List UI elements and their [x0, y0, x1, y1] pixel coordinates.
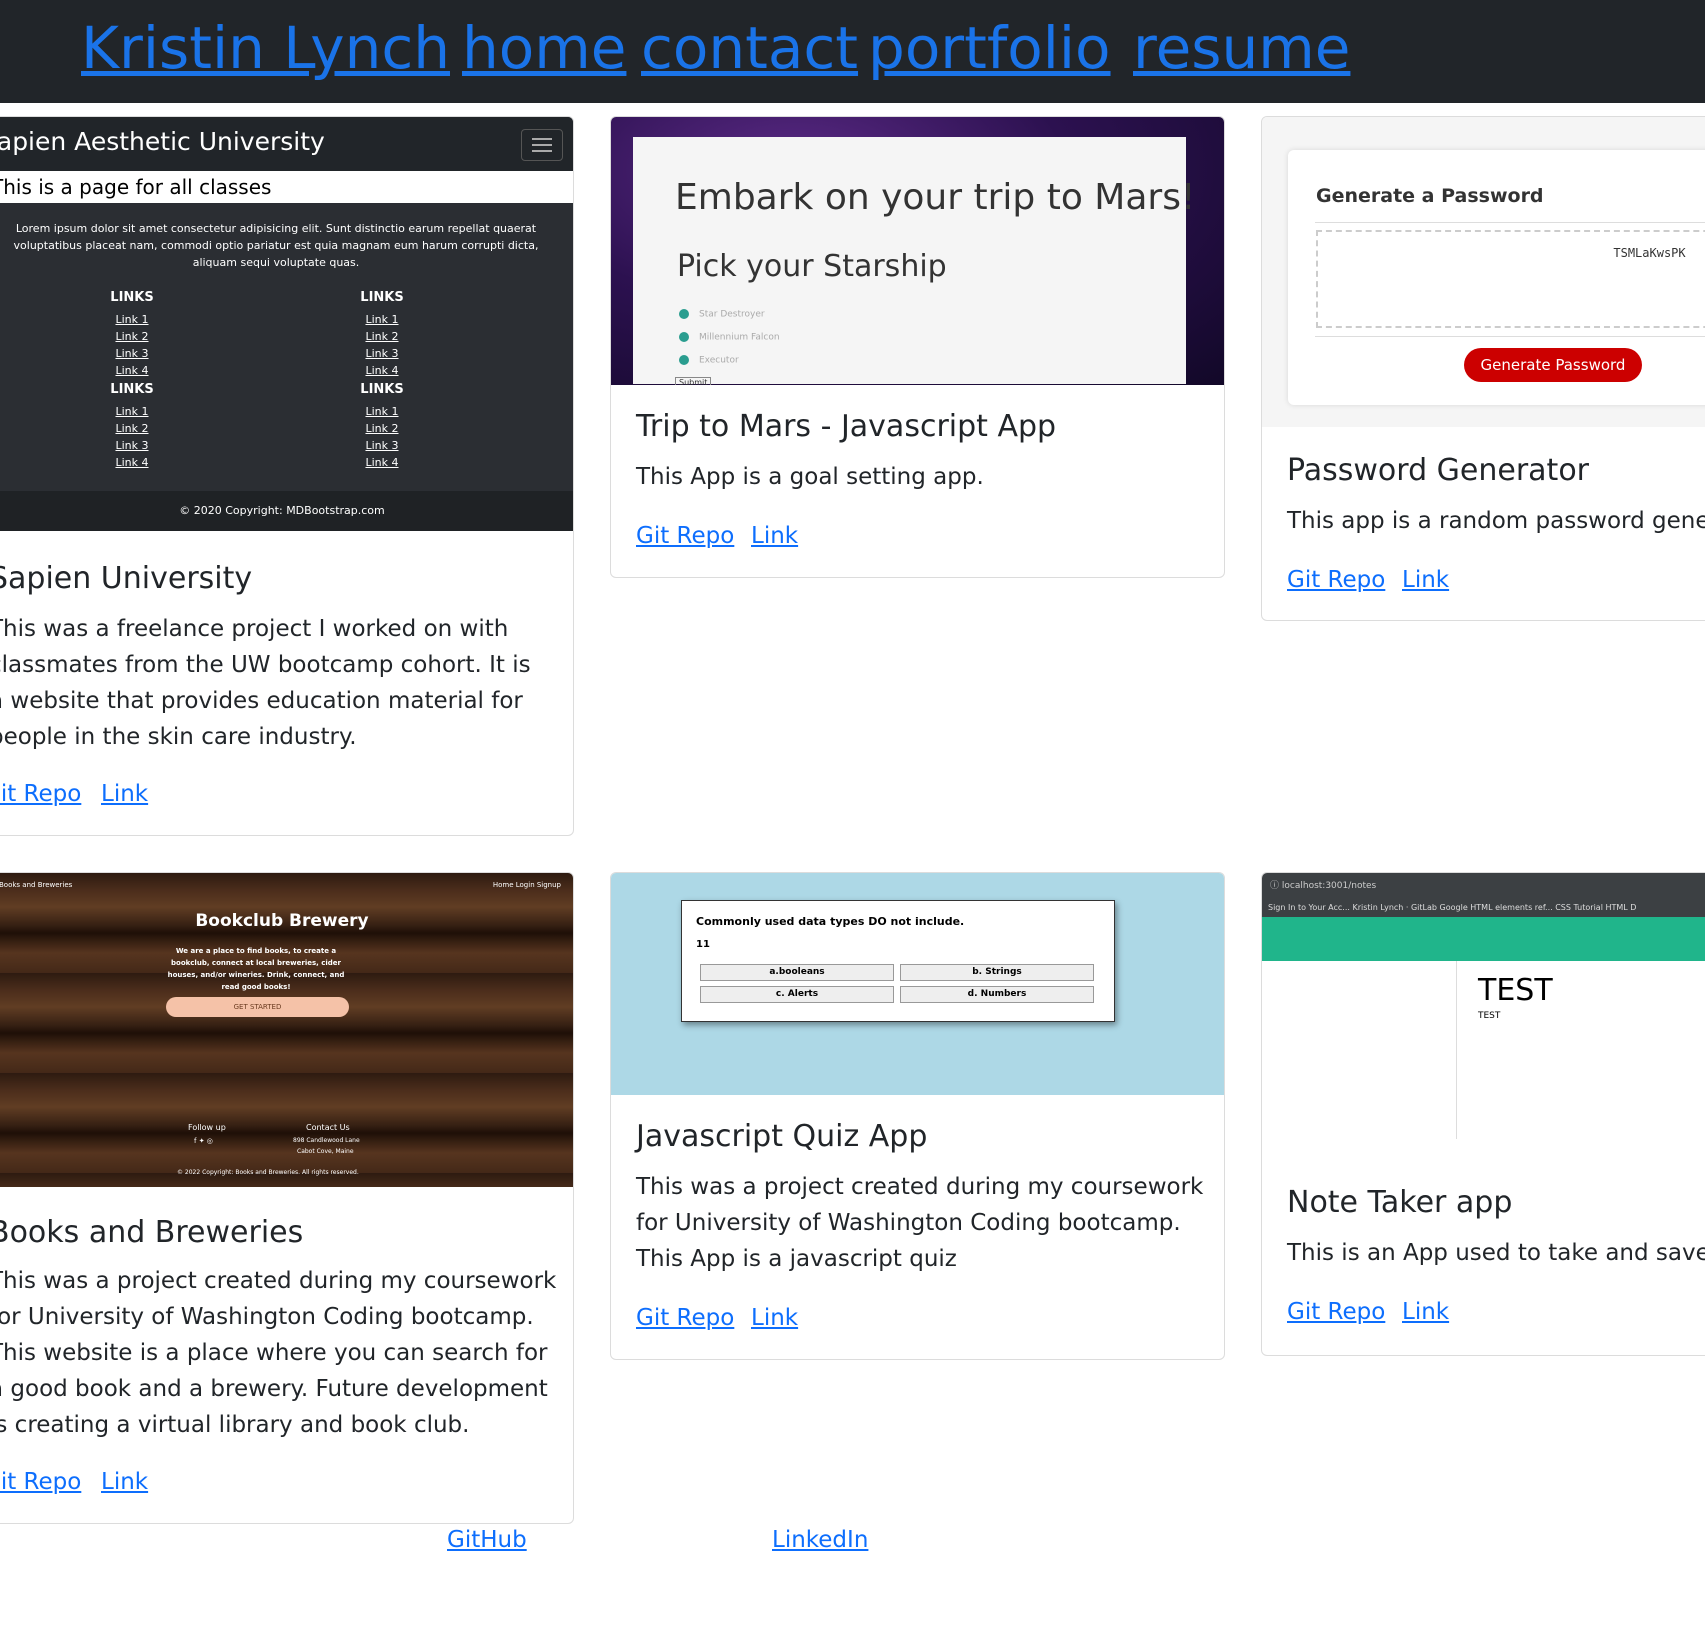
- screenshot-option: Star Destroyer: [679, 309, 765, 320]
- screenshot-title: Bookclub Brewery: [195, 911, 369, 931]
- screenshot-panel: Generate a Password TSMLaKwsPK Generate …: [1288, 150, 1705, 405]
- card-text: This app is a random password generator: [1287, 508, 1705, 534]
- git-repo-link[interactable]: Git Repo: [1287, 1299, 1385, 1325]
- screenshot-brand: Books and Breweries: [0, 881, 73, 889]
- card-title: Javascript Quiz App: [636, 1119, 928, 1154]
- project-screenshot: Generate a Password TSMLaKwsPK Generate …: [1262, 117, 1705, 427]
- card-title: Sapien University: [0, 561, 253, 596]
- card-text: This App is a goal setting app.: [636, 464, 984, 490]
- screenshot-subheading: Pick your Starship: [677, 249, 947, 284]
- screenshot-header: [1262, 917, 1705, 961]
- nav-brand-link[interactable]: Kristin Lynch: [81, 12, 450, 84]
- card-text: This is an App used to take and save not…: [1287, 1240, 1705, 1266]
- project-card-password: Generate a Password TSMLaKwsPK Generate …: [1261, 116, 1705, 621]
- git-repo-link[interactable]: Git Repo: [636, 1305, 734, 1331]
- screenshot-note-title: TEST: [1478, 973, 1553, 1008]
- screenshot-links-column: LINKS Link 1 Link 2 Link 3 Link 4: [360, 382, 404, 469]
- card-text: This was a project created during my cou…: [636, 1174, 1204, 1272]
- project-link[interactable]: Link: [1402, 567, 1449, 593]
- screenshot-note-text: TEST: [1478, 1011, 1501, 1021]
- project-card-mars: Embark on your trip to Mars! Pick your S…: [610, 116, 1225, 578]
- screenshot-description: We are a place to find books, to create …: [167, 947, 345, 991]
- card-title: Note Taker app: [1287, 1185, 1513, 1220]
- screenshot-password-box: TSMLaKwsPK: [1316, 230, 1705, 328]
- project-card-note: ⓘ localhost:3001/notes Sign In to Your A…: [1261, 872, 1705, 1356]
- hamburger-icon: [521, 129, 563, 161]
- screenshot-address: 898 Candlewood Lane: [293, 1137, 360, 1144]
- screenshot-answer: a.booleans: [700, 964, 894, 981]
- project-screenshot: Embark on your trip to Mars! Pick your S…: [611, 117, 1224, 385]
- screenshot-links-column: LINKS Link 1 Link 2 Link 3 Link 4: [360, 290, 404, 377]
- project-link[interactable]: Link: [101, 781, 148, 807]
- project-card-quiz: Commonly used data types DO not include.…: [610, 872, 1225, 1360]
- git-repo-link[interactable]: Git Repo: [636, 523, 734, 549]
- screenshot-address: Cabot Cove, Maine: [297, 1148, 354, 1155]
- screenshot-number: 11: [696, 939, 710, 950]
- screenshot-option: Executor: [679, 355, 739, 366]
- project-screenshot: Commonly used data types DO not include.…: [611, 873, 1224, 1095]
- navbar: Kristin Lynch home contact portfolio res…: [0, 0, 1705, 103]
- project-link[interactable]: Link: [101, 1469, 148, 1495]
- git-repo-link[interactable]: Git Repo: [1287, 567, 1385, 593]
- git-repo-link[interactable]: Git Repo: [0, 781, 81, 807]
- project-link[interactable]: Link: [1402, 1299, 1449, 1325]
- screenshot-lorem: Lorem ipsum dolor sit amet consectetur a…: [13, 222, 539, 269]
- project-screenshot: ⓘ localhost:3001/notes Sign In to Your A…: [1262, 873, 1705, 1163]
- screenshot-address-bar: ⓘ localhost:3001/notes: [1262, 873, 1705, 899]
- social-icons: f ✦ ◎: [194, 1137, 213, 1145]
- screenshot-links-column: LINKS Link 1 Link 2 Link 3 Link 4: [110, 382, 154, 469]
- screenshot-links-column: LINKS Link 1 Link 2 Link 3 Link 4: [110, 290, 154, 377]
- card-text: This was a freelance project I worked on…: [0, 616, 531, 750]
- screenshot-copyright: © 2022 Copyright: Books and Breweries. A…: [177, 1169, 359, 1176]
- screenshot-question: Commonly used data types DO not include.: [696, 915, 965, 928]
- footer-linkedin-link[interactable]: LinkedIn: [772, 1527, 868, 1553]
- screenshot-subtitle: This is a page for all classes: [0, 171, 573, 203]
- screenshot-navbar: Sapien Aesthetic University: [0, 117, 573, 171]
- card-title: Books and Breweries: [0, 1215, 304, 1250]
- screenshot-submit: Submit: [675, 377, 712, 385]
- screenshot-answer: b. Strings: [900, 964, 1094, 981]
- card-text: This was a project created during my cou…: [0, 1268, 557, 1438]
- screenshot-contact: Contact Us: [306, 1123, 350, 1132]
- screenshot-brand: Sapien Aesthetic University: [0, 127, 325, 156]
- screenshot-footer: © 2020 Copyright: MDBootstrap.com: [0, 491, 573, 531]
- info-icon: ⓘ: [1270, 881, 1280, 891]
- screenshot-password: TSMLaKwsPK: [1613, 246, 1686, 260]
- nav-link-portfolio[interactable]: portfolio: [868, 12, 1111, 84]
- nav-link-contact[interactable]: contact: [641, 12, 858, 84]
- project-card-books: Books and Breweries Home Login Signup Bo…: [0, 872, 574, 1524]
- nav-link-resume[interactable]: resume: [1133, 12, 1350, 84]
- screenshot-nav: Home Login Signup: [492, 881, 561, 889]
- git-repo-link[interactable]: Git Repo: [0, 1469, 81, 1495]
- screenshot-heading: Embark on your trip to Mars!: [675, 177, 1196, 218]
- screenshot-option: Millennium Falcon: [679, 332, 780, 343]
- card-title: Trip to Mars - Javascript App: [636, 409, 1057, 444]
- screenshot-follow: Follow up: [188, 1123, 226, 1132]
- screenshot-answer: c. Alerts: [700, 986, 894, 1003]
- screenshot-answer: d. Numbers: [900, 986, 1094, 1003]
- footer-github-link[interactable]: GitHub: [447, 1527, 527, 1553]
- project-screenshot: Books and Breweries Home Login Signup Bo…: [0, 873, 573, 1187]
- screenshot-get-started-button: GET STARTED: [166, 997, 349, 1017]
- project-screenshot: Sapien Aesthetic University This is a pa…: [0, 117, 573, 531]
- project-link[interactable]: Link: [751, 523, 798, 549]
- project-link[interactable]: Link: [751, 1305, 798, 1331]
- screenshot-heading: Generate a Password: [1316, 185, 1544, 207]
- screenshot-generate-button: Generate Password: [1464, 348, 1642, 382]
- card-title: Password Generator: [1287, 453, 1590, 488]
- project-card-sapien: Sapien Aesthetic University This is a pa…: [0, 116, 574, 836]
- screenshot-bookmarks: Sign In to Your Acc... Kristin Lynch · G…: [1262, 899, 1705, 917]
- screenshot-panel: Embark on your trip to Mars! Pick your S…: [633, 137, 1195, 385]
- nav-link-home[interactable]: home: [462, 12, 626, 84]
- screenshot-panel: Commonly used data types DO not include.…: [681, 900, 1115, 1022]
